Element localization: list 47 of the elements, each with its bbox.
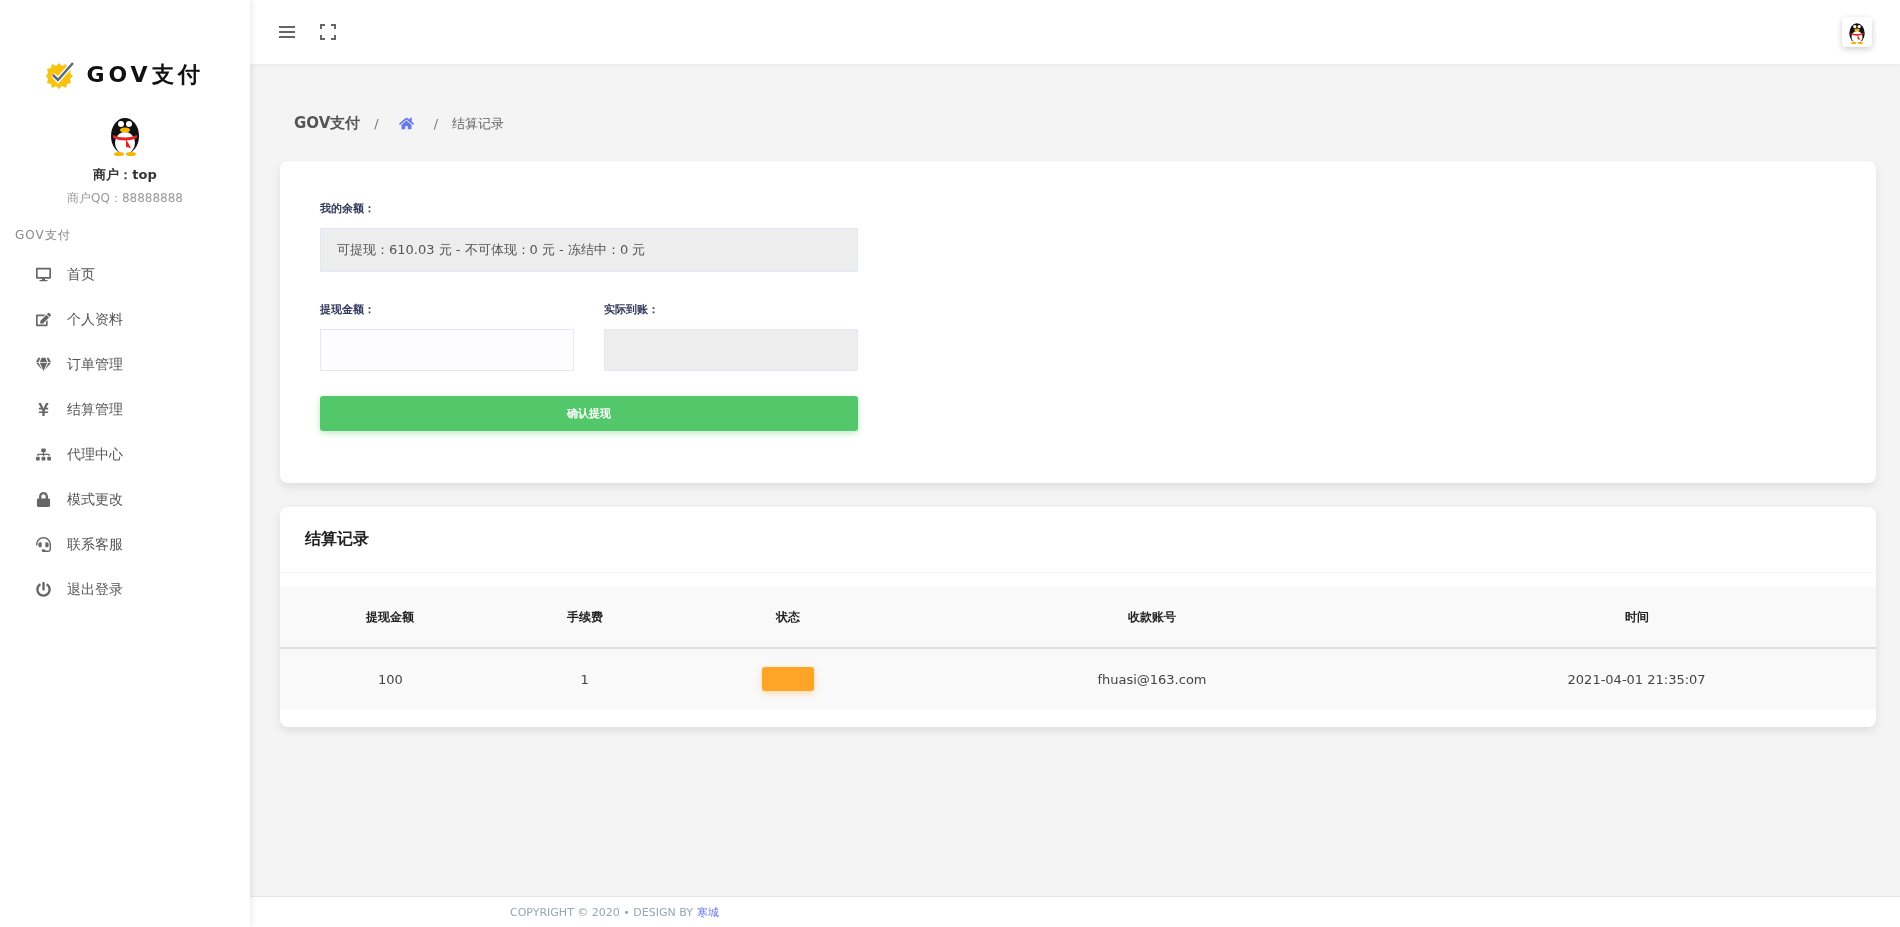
copyright-text: COPYRIGHT © 2020 • DESIGN BY (510, 905, 693, 919)
menu-section-label: GOV支付 (15, 227, 72, 244)
breadcrumb-separator: / (374, 116, 379, 131)
sitemap-icon (36, 447, 51, 462)
field-label: 实际到账： (604, 302, 660, 317)
table-cell: 2021-04-01 21:35:07 (1397, 648, 1876, 709)
yen-icon (36, 402, 51, 417)
sidebar-item[interactable]: 代理中心 (0, 432, 250, 477)
fullscreen-button[interactable] (320, 24, 336, 40)
monitor-icon (36, 267, 51, 282)
table-cell: 1 (500, 648, 669, 709)
balance-field: 可提现：610.03 元 - 不可体现：0 元 - 冻结中：0 元 (320, 228, 858, 272)
merchant-qq: 商户QQ：88888888 (67, 190, 183, 207)
sidebar-item[interactable]: 订单管理 (0, 342, 250, 387)
field-label: 提现金额： (320, 302, 376, 317)
amount-input[interactable] (320, 329, 574, 371)
sidebar-item[interactable]: 个人资料 (0, 297, 250, 342)
lock-icon (36, 492, 51, 507)
breadcrumb-separator: / (433, 116, 439, 131)
table-cell: 100 (280, 648, 501, 709)
column-header: 收款账号 (906, 587, 1398, 648)
edit-icon (36, 312, 51, 327)
card-title: 结算记录 (280, 507, 1876, 573)
home-icon[interactable] (398, 116, 414, 131)
column-header: 手续费 (500, 587, 669, 648)
power-icon (36, 582, 51, 597)
sidebar-item[interactable]: 首页 (0, 252, 250, 297)
column-header: 提现金额 (280, 587, 501, 648)
sidebar-item[interactable]: 退出登录 (0, 567, 250, 612)
column-header: 时间 (1397, 587, 1876, 648)
column-header: 状态 (668, 587, 907, 648)
table-cell: fhuasi@163.com (906, 648, 1398, 709)
sidebar-item[interactable]: 结算管理 (0, 387, 250, 432)
designer-link[interactable]: 寒城 (696, 904, 719, 920)
headset-icon (36, 537, 51, 552)
breadcrumb-link[interactable]: GOV支付 (294, 114, 361, 133)
breadcrumb-current: 结算记录 (452, 114, 505, 133)
gem-icon (36, 357, 51, 372)
merchant-name: 商户：top (93, 166, 157, 184)
menu-button[interactable] (278, 25, 296, 39)
sidebar-item[interactable]: 模式更改 (0, 477, 250, 522)
sidebar-item[interactable]: 联系客服 (0, 522, 250, 567)
logo-text: GOV支付 (86, 61, 204, 89)
gear-check-logo-icon (46, 61, 77, 89)
user-avatar-button[interactable] (1842, 17, 1872, 47)
field-label: 我的余额： (320, 201, 376, 216)
status-badge (761, 667, 814, 691)
